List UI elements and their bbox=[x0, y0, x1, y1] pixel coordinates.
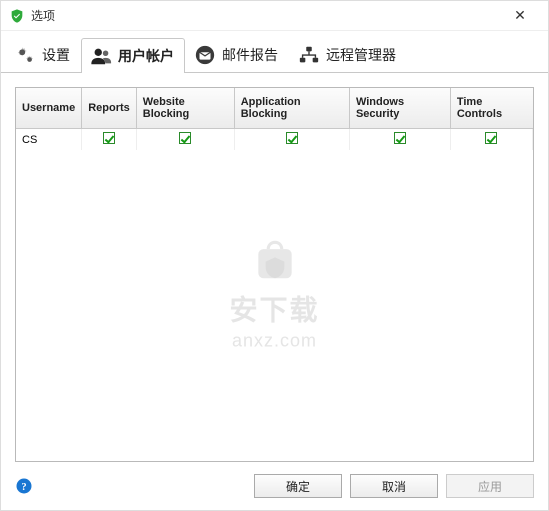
cell-reports bbox=[82, 129, 137, 151]
tab-label: 用户帐户 bbox=[118, 46, 174, 66]
app-shield-icon bbox=[9, 8, 25, 24]
tab-mail-reports[interactable]: 邮件报告 bbox=[185, 37, 289, 72]
title-bar: 选项 ✕ bbox=[1, 1, 548, 31]
mail-icon bbox=[194, 44, 216, 66]
col-application-blocking[interactable]: Application Blocking bbox=[234, 88, 349, 129]
help-icon[interactable]: ? bbox=[15, 477, 33, 495]
cell-time-controls bbox=[450, 129, 532, 151]
content-area: Username Reports Website Blocking Applic… bbox=[1, 73, 548, 462]
checkbox-icon[interactable] bbox=[103, 132, 115, 144]
table-header-row: Username Reports Website Blocking Applic… bbox=[16, 88, 533, 129]
col-time-controls[interactable]: Time Controls bbox=[450, 88, 532, 129]
watermark-text1: 安下载 bbox=[229, 289, 319, 329]
user-accounts-table: Username Reports Website Blocking Applic… bbox=[15, 87, 534, 462]
watermark: 安下载 anxz.com bbox=[229, 235, 319, 352]
apply-button[interactable]: 应用 bbox=[446, 474, 534, 498]
tab-label: 设置 bbox=[42, 45, 70, 65]
tab-remote-manager[interactable]: 远程管理器 bbox=[289, 37, 407, 72]
ok-button[interactable]: 确定 bbox=[254, 474, 342, 498]
close-button[interactable]: ✕ bbox=[500, 2, 540, 30]
checkbox-icon[interactable] bbox=[286, 132, 298, 144]
col-windows-security[interactable]: Windows Security bbox=[349, 88, 450, 129]
tab-label: 邮件报告 bbox=[222, 45, 278, 65]
tab-settings[interactable]: 设置 bbox=[5, 37, 81, 72]
checkbox-icon[interactable] bbox=[485, 132, 497, 144]
col-reports[interactable]: Reports bbox=[82, 88, 137, 129]
watermark-text2: anxz.com bbox=[229, 331, 319, 352]
button-bar: ? 确定 取消 应用 bbox=[1, 462, 548, 510]
network-icon bbox=[298, 44, 320, 66]
tab-label: 远程管理器 bbox=[326, 45, 396, 65]
cell-application-blocking bbox=[234, 129, 349, 151]
bag-icon bbox=[249, 235, 299, 285]
gears-icon bbox=[14, 44, 36, 66]
cell-windows-security bbox=[349, 129, 450, 151]
cell-username: CS bbox=[16, 129, 82, 151]
users-icon bbox=[90, 45, 112, 67]
tab-bar: 设置 用户帐户 邮件报告 远程管理器 bbox=[1, 31, 548, 73]
table-row[interactable]: CS bbox=[16, 129, 533, 151]
col-website-blocking[interactable]: Website Blocking bbox=[136, 88, 234, 129]
checkbox-icon[interactable] bbox=[394, 132, 406, 144]
tab-user-accounts[interactable]: 用户帐户 bbox=[81, 38, 185, 73]
window-title: 选项 bbox=[31, 7, 55, 24]
col-username[interactable]: Username bbox=[16, 88, 82, 129]
svg-text:?: ? bbox=[21, 482, 26, 493]
cell-website-blocking bbox=[136, 129, 234, 151]
checkbox-icon[interactable] bbox=[179, 132, 191, 144]
cancel-button[interactable]: 取消 bbox=[350, 474, 438, 498]
